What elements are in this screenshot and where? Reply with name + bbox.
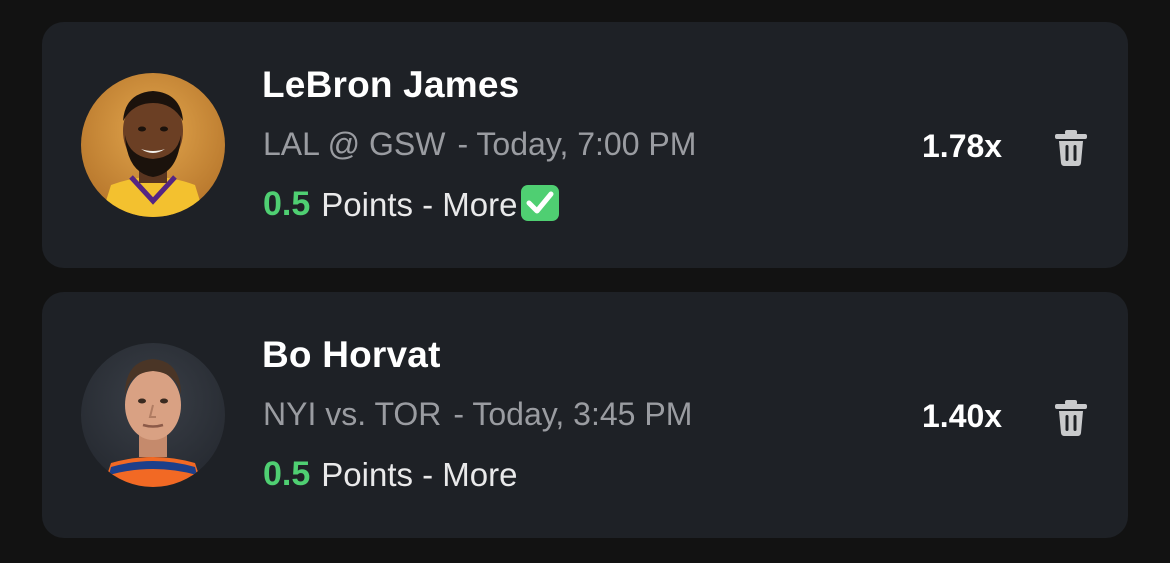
line-text: Points - More [321,185,518,223]
payout-multiplier: 1.40x [922,398,1003,434]
pick-card: LeBron James LAL @ GSW - Today, 7:00 PM 0… [42,22,1128,268]
trash-icon [1055,130,1087,166]
check-mark-icon [520,184,560,222]
prop-line: 0.5 Points - More [263,184,560,224]
prop-line: 0.5 Points - More [263,455,518,494]
matchup: LAL @ GSW [263,126,446,162]
player-name: LeBron James [262,64,520,105]
payout-multiplier: 1.78x [922,128,1003,164]
game-info: LAL @ GSW - Today, 7:00 PM [263,126,696,163]
player-avatar [81,343,225,487]
game-time: - Today, 7:00 PM [457,126,697,162]
line-text: Points - More [321,455,518,493]
player-avatar [81,73,225,217]
line-value: 0.5 [263,455,311,493]
matchup: NYI vs. TOR [263,396,442,432]
delete-pick-button[interactable] [1050,126,1092,168]
trash-icon [1055,400,1087,436]
game-time: - Today, 3:45 PM [453,396,693,432]
game-info: NYI vs. TOR - Today, 3:45 PM [263,396,692,433]
delete-pick-button[interactable] [1050,396,1092,438]
player-name: Bo Horvat [262,334,441,375]
line-value: 0.5 [263,185,311,223]
pick-list: LeBron James LAL @ GSW - Today, 7:00 PM 0… [0,0,1170,563]
pick-card: Bo Horvat NYI vs. TOR - Today, 3:45 PM 0.… [42,292,1128,538]
